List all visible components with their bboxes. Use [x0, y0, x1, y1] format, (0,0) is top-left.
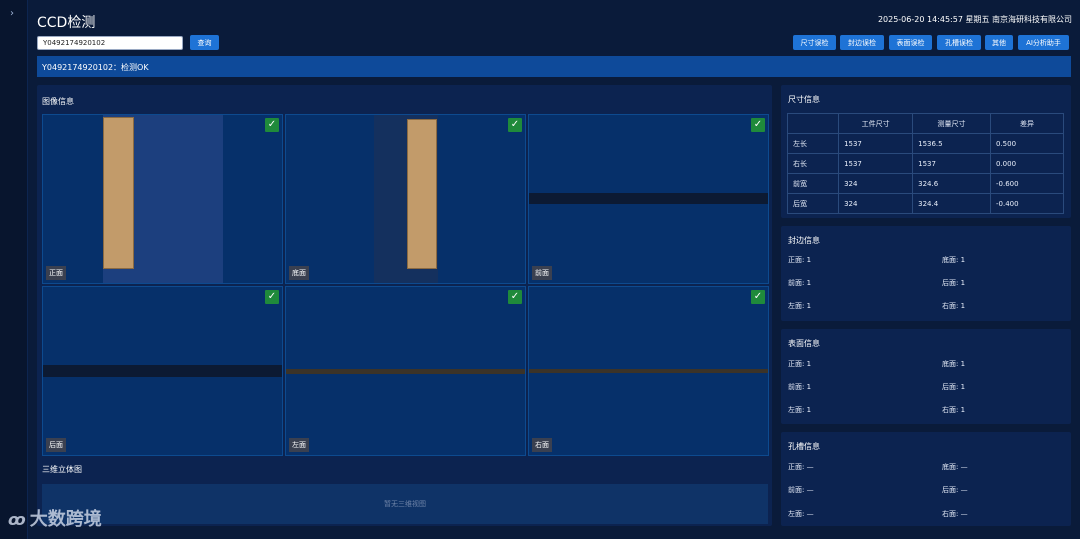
table-cell: 324 [838, 173, 914, 194]
image-section-title: 图像信息 [42, 97, 74, 106]
image-label: 后面 [46, 438, 66, 452]
datetime: 2025-06-20 14:45:57 星期五 [877, 15, 990, 24]
kv-item: 后面: 1 [942, 279, 966, 287]
wood-panel-image [407, 119, 437, 269]
table-header [786, 113, 840, 134]
edge-info-title: 封边信息 [788, 236, 820, 245]
check-icon: ✓ [508, 118, 522, 132]
hole-info-title: 孔槽信息 [788, 442, 820, 451]
table-cell: 324 [838, 193, 914, 214]
kv-item: 后面: 1 [942, 383, 966, 391]
kv-item: 底面: 1 [942, 360, 966, 368]
size-table: 工件尺寸 测量尺寸 差异 左长 1537 1536.5 0.500 右长 153… [786, 113, 1065, 214]
edge-misdetect-button[interactable]: 封边误检 [840, 35, 884, 50]
image-label: 左面 [289, 438, 309, 452]
table-cell: 后宽 [786, 193, 840, 214]
edge-info-card: 封边信息 正面: 1 底面: 1 前面: 1 后面: 1 左面: 1 右面: 1 [781, 226, 1071, 321]
surface-misdetect-button[interactable]: 表面误检 [889, 35, 932, 50]
check-icon: ✓ [508, 290, 522, 304]
edge-strip-image [286, 369, 525, 374]
check-icon: ✓ [265, 290, 279, 304]
kv-item: 前面: 1 [788, 383, 812, 391]
table-cell: 1536.5 [912, 133, 991, 154]
table-row: 右长 1537 1537 0.000 [786, 153, 1065, 174]
image-front[interactable]: ✓ 正面 [42, 114, 283, 284]
table-row: 后宽 324 324.4 -0.400 [786, 193, 1065, 214]
surface-info-title: 表面信息 [788, 339, 820, 348]
image-bottom[interactable]: ✓ 底面 [285, 114, 526, 284]
image-label: 正面 [46, 266, 66, 280]
size-info-card: 尺寸信息 工件尺寸 测量尺寸 差异 左长 1537 1536.5 0.500 右… [781, 85, 1071, 218]
header-info: 2025-06-20 14:45:57 星期五 南京海研科技有限公司 [878, 14, 1072, 25]
table-cell: 1537 [838, 133, 914, 154]
hole-misdetect-button[interactable]: 孔槽误检 [937, 35, 981, 50]
size-misdetect-button[interactable]: 尺寸误检 [793, 35, 836, 50]
edge-strip-image [43, 365, 282, 377]
table-cell: 324.6 [912, 173, 991, 194]
edge-strip-image [529, 369, 768, 373]
wood-panel-image [103, 117, 134, 269]
image-front-edge[interactable]: ✓ 前面 [528, 114, 769, 284]
table-header: 测量尺寸 [912, 113, 991, 134]
left-sidebar: › [0, 0, 28, 539]
size-info-title: 尺寸信息 [788, 95, 820, 104]
image-right[interactable]: ✓ 右面 [528, 286, 769, 456]
kv-item: 底面: — [942, 463, 968, 471]
watermark: ꝏ 大数跨境 [8, 509, 102, 530]
hole-info-card: 孔槽信息 正面: — 底面: — 前面: — 后面: — 左面: — 右面: — [781, 432, 1071, 526]
check-icon: ✓ [751, 290, 765, 304]
check-icon: ✓ [751, 118, 765, 132]
search-input[interactable]: Y0492174920102 [37, 36, 183, 50]
kv-item: 正面: 1 [788, 360, 812, 368]
kv-item: 正面: 1 [788, 256, 812, 264]
table-cell: 右长 [786, 153, 840, 174]
kv-item: 底面: 1 [942, 256, 966, 264]
three-d-section-title: 三维立体图 [42, 465, 82, 474]
table-cell: 0.500 [989, 133, 1065, 154]
kv-item: 正面: — [788, 463, 814, 471]
table-cell: -0.400 [989, 193, 1065, 214]
other-button[interactable]: 其他 [985, 35, 1013, 50]
table-cell: 左长 [786, 133, 840, 154]
image-label: 右面 [532, 438, 552, 452]
ai-assistant-button[interactable]: AI分析助手 [1018, 35, 1069, 50]
table-cell: 1537 [912, 153, 991, 174]
table-header: 工件尺寸 [838, 113, 914, 134]
table-cell: 0.000 [989, 153, 1065, 174]
table-header-row: 工件尺寸 测量尺寸 差异 [786, 113, 1065, 134]
image-label: 前面 [532, 266, 552, 280]
kv-item: 右面: — [942, 510, 968, 518]
surface-info-card: 表面信息 正面: 1 底面: 1 前面: 1 后面: 1 左面: 1 右面: 1 [781, 329, 1071, 424]
kv-item: 左面: 1 [788, 302, 812, 310]
kv-item: 前面: — [788, 486, 814, 494]
table-row: 左长 1537 1536.5 0.500 [786, 133, 1065, 154]
kv-item: 右面: 1 [942, 406, 966, 414]
check-icon: ✓ [265, 118, 279, 132]
image-back[interactable]: ✓ 后面 [42, 286, 283, 456]
table-cell: 前宽 [786, 173, 840, 194]
kv-item: 左面: — [788, 510, 814, 518]
image-left[interactable]: ✓ 左面 [285, 286, 526, 456]
kv-item: 左面: 1 [788, 406, 812, 414]
table-header: 差异 [989, 113, 1065, 134]
image-label: 底面 [289, 266, 309, 280]
edge-strip-image [529, 193, 768, 204]
page-title: CCD检测 [37, 15, 96, 31]
table-cell: -0.600 [989, 173, 1065, 194]
kv-item: 右面: 1 [942, 302, 966, 310]
table-cell: 324.4 [912, 193, 991, 214]
query-button[interactable]: 查询 [190, 35, 219, 50]
kv-item: 后面: — [942, 486, 968, 494]
table-row: 前宽 324 324.6 -0.600 [786, 173, 1065, 194]
table-cell: 1537 [838, 153, 914, 174]
expand-chevron-icon[interactable]: › [10, 8, 14, 19]
kv-item: 前面: 1 [788, 279, 812, 287]
status-banner: Y0492174920102：检测OK [37, 56, 1071, 77]
three-d-viewer: 暂无三维视图 [42, 484, 768, 524]
watermark-logo-icon: ꝏ [8, 510, 26, 529]
company-name: 南京海研科技有限公司 [992, 15, 1072, 24]
